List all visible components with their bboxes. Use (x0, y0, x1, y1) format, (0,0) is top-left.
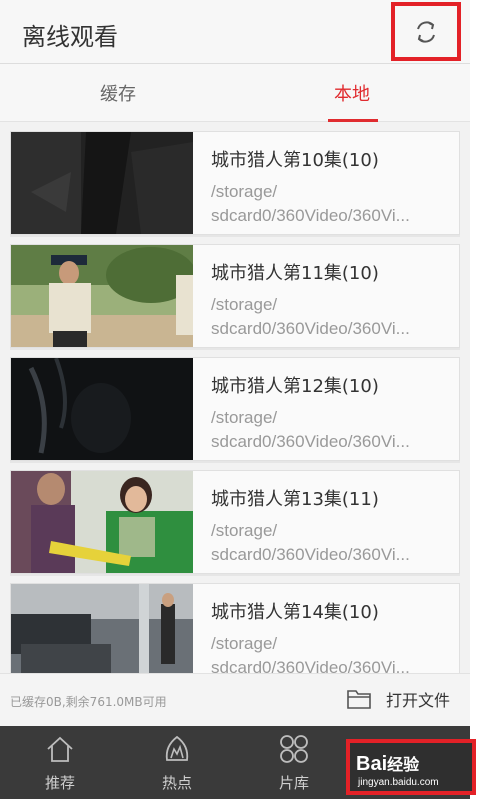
video-thumbnail (11, 471, 193, 573)
tab-bar: 缓存 本地 (0, 64, 470, 122)
page-title: 离线观看 (22, 23, 118, 51)
video-thumbnail (11, 245, 193, 347)
storage-status: 已缓存0B,剩余761.0MB可用 (10, 695, 167, 709)
video-item[interactable]: 城市猎人第10集(10) /storage/ sdcard0/360Video/… (10, 131, 460, 235)
video-path: /storage/ (211, 521, 278, 540)
tab-local[interactable]: 本地 (292, 64, 412, 122)
video-item[interactable]: 城市猎人第14集(10) /storage/ sdcard0/360Video/… (10, 583, 460, 687)
video-title: 城市猎人第12集(10) (211, 376, 379, 397)
video-thumbnail (11, 584, 193, 686)
home-icon (47, 736, 73, 762)
video-path: /storage/ (211, 634, 278, 653)
folder-icon (347, 690, 371, 709)
video-item[interactable]: 城市猎人第12集(10) /storage/ sdcard0/360Video/… (10, 357, 460, 461)
nav-label: 片库 (278, 774, 309, 792)
open-file-button[interactable]: 打开文件 (346, 687, 450, 711)
refresh-icon (417, 20, 435, 43)
watermark-logo-text: Bai (356, 753, 388, 775)
video-item[interactable]: 城市猎人第11集(10) /storage/ sdcard0/360Video/… (10, 244, 460, 348)
video-path: /storage/ (211, 182, 278, 201)
open-file-label: 打开文件 (386, 691, 451, 710)
video-path: sdcard0/360Video/360Vi... (211, 319, 410, 338)
grid-icon (280, 735, 308, 763)
offline-viewing-screen: 离线观看 缓存 本地 城市猎人第10集(10) /storage/ sdcard… (0, 0, 470, 799)
watermark-logo-suffix: 经验 (387, 757, 420, 774)
video-thumbnail (11, 358, 193, 460)
video-path: /storage/ (211, 295, 278, 314)
nav-library[interactable]: 片库 (249, 726, 339, 799)
video-title: 城市猎人第11集(10) (211, 263, 379, 284)
video-thumbnail (11, 132, 193, 234)
active-tab-indicator (328, 119, 378, 122)
flame-icon (165, 735, 189, 761)
video-path: sdcard0/360Video/360Vi... (211, 545, 410, 564)
watermark-url: jingyan.baidu.com (358, 777, 439, 788)
watermark-logo: Bai经验 (356, 751, 419, 776)
video-title: 城市猎人第10集(10) (211, 150, 379, 171)
video-path: /storage/ (211, 408, 278, 427)
tab-cache[interactable]: 缓存 (58, 64, 178, 122)
nav-hot[interactable]: 热点 (132, 726, 222, 799)
baidu-watermark: Bai经验 jingyan.baidu.com (346, 739, 476, 795)
video-path: sdcard0/360Video/360Vi... (211, 206, 410, 225)
video-title: 城市猎人第13集(11) (211, 489, 379, 510)
nav-label: 热点 (161, 774, 192, 792)
nav-recommend[interactable]: 推荐 (15, 726, 105, 799)
refresh-button[interactable] (391, 2, 461, 61)
storage-bar: 已缓存0B,剩余761.0MB可用 打开文件 (0, 673, 470, 726)
top-bar: 离线观看 (0, 0, 470, 64)
video-item[interactable]: 城市猎人第13集(11) /storage/ sdcard0/360Video/… (10, 470, 460, 574)
video-path: sdcard0/360Video/360Vi... (211, 432, 410, 451)
video-title: 城市猎人第14集(10) (211, 602, 379, 623)
nav-label: 推荐 (44, 774, 75, 792)
